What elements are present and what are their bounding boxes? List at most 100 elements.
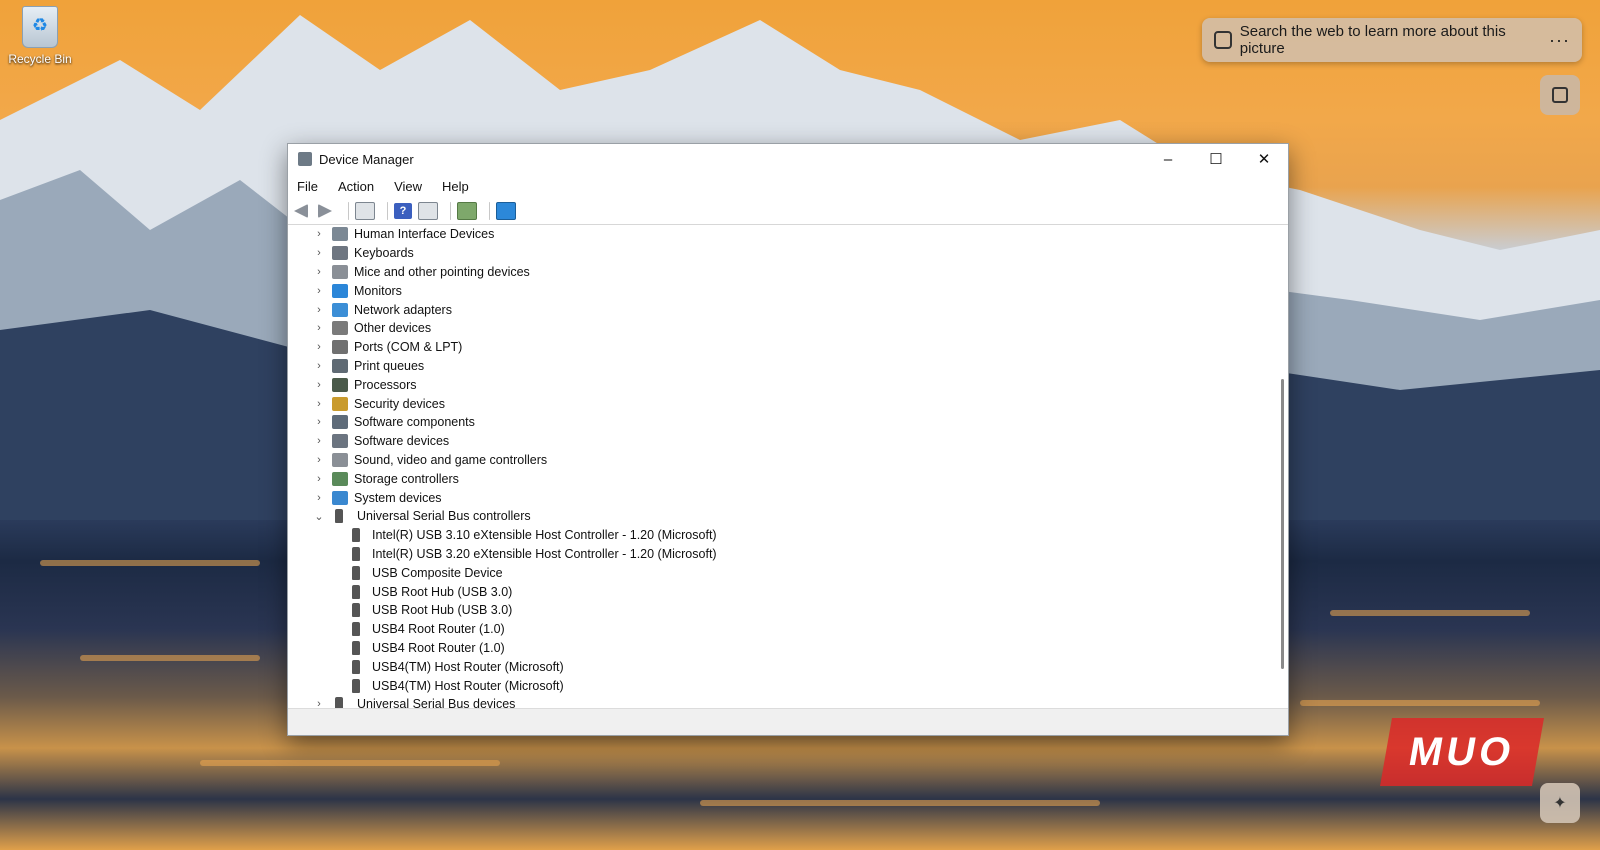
tree-category-label: Storage controllers [354,471,459,486]
tree-device-item[interactable]: USB4 Root Router (1.0) [288,620,1274,639]
toolbar-separator [348,202,349,220]
menu-help[interactable]: Help [442,179,469,194]
tree-category-label: Network adapters [354,302,452,317]
chevron-down-icon[interactable]: ⌄ [312,510,326,523]
device-category-icon [332,264,348,279]
usb-connector-icon [352,640,360,655]
computer-monitor-icon[interactable] [496,202,516,220]
tree-category-label: Sound, video and game controllers [354,452,548,467]
menu-view[interactable]: View [394,179,422,194]
chevron-right-icon[interactable]: › [312,398,326,410]
properties-icon[interactable] [418,202,438,220]
visual-search-text: Search the web to learn more about this … [1239,23,1506,57]
recycle-bin-icon [22,6,58,48]
tree-category-label: Software components [354,415,475,430]
tree-category-label: Mice and other pointing devices [354,264,530,279]
chevron-right-icon[interactable]: › [312,285,326,297]
tree-category[interactable]: › System devices [288,488,1274,507]
visual-search-pill[interactable]: Search the web to learn more about this … [1202,18,1582,62]
chevron-right-icon[interactable]: › [312,228,326,240]
maximize-button[interactable]: ☐ [1192,144,1240,174]
recycle-bin-shortcut[interactable]: Recycle Bin [4,6,76,66]
tree-device-item[interactable]: USB Root Hub (USB 3.0) [288,582,1274,601]
scan-hardware-changes-icon[interactable] [457,202,477,220]
menu-file[interactable]: File [297,179,318,194]
back-arrow-icon[interactable] [294,204,308,218]
tree-category[interactable]: › Storage controllers [288,469,1274,488]
chevron-right-icon[interactable]: › [312,341,326,353]
tree-category[interactable]: › Ports (COM & LPT) [288,338,1274,357]
device-category-icon [332,358,348,373]
tree-device-label: USB Root Hub (USB 3.0) [372,584,513,599]
tree-category-label: Keyboards [354,246,414,261]
tree-device-label: Intel(R) USB 3.10 eXtensible Host Contro… [372,528,717,543]
chevron-right-icon[interactable]: › [312,322,326,334]
title-bar[interactable]: Device Manager – ☐ ✕ [288,144,1288,174]
usb-connector-icon [335,509,343,524]
tree-device-item[interactable]: USB4(TM) Host Router (Microsoft) [288,676,1274,695]
usb-connector-icon [352,584,360,599]
forward-arrow-icon[interactable] [318,204,332,218]
tree-category[interactable]: › Security devices [288,394,1274,413]
tree-device-label: USB4(TM) Host Router (Microsoft) [372,659,564,674]
tree-category-label: System devices [354,490,442,505]
tree-category[interactable]: › Keyboards [288,244,1274,263]
close-button[interactable]: ✕ [1240,144,1288,174]
tree-category[interactable]: › Network adapters [288,300,1274,319]
tree-device-item[interactable]: USB Root Hub (USB 3.0) [288,601,1274,620]
tree-category[interactable]: › Mice and other pointing devices [288,263,1274,282]
tree-category[interactable]: › Other devices [288,319,1274,338]
device-category-icon [332,415,348,430]
screenshot-lens-button[interactable] [1540,75,1580,115]
more-options-button[interactable]: ··· [1549,30,1570,51]
menu-action[interactable]: Action [338,179,374,194]
tree-category-usb-devices[interactable]: › Universal Serial Bus devices [288,695,1274,709]
tree-category-label: Universal Serial Bus controllers [357,509,531,524]
window-title: Device Manager [319,151,414,167]
status-bar [288,708,1288,735]
chevron-right-icon[interactable]: › [312,304,326,316]
usb-connector-icon [352,678,360,693]
toolbar-separator [489,202,490,220]
tree-device-item[interactable]: USB4 Root Router (1.0) [288,639,1274,658]
window-controls: – ☐ ✕ [1144,144,1288,174]
device-category-icon [332,396,348,411]
chevron-right-icon[interactable]: › [312,435,326,447]
tree-device-label: USB4 Root Router (1.0) [372,622,505,637]
toolbar-separator [450,202,451,220]
chevron-right-icon[interactable]: › [312,492,326,504]
tree-category[interactable]: › Sound, video and game controllers [288,451,1274,470]
chevron-right-icon[interactable]: › [312,454,326,466]
tree-category-usb-controllers[interactable]: ⌄ Universal Serial Bus controllers [288,507,1274,526]
muo-watermark-logo: MUO [1380,718,1544,786]
chevron-right-icon[interactable]: › [312,247,326,259]
tree-category[interactable]: › Print queues [288,357,1274,376]
chevron-right-icon[interactable]: › [312,360,326,372]
tree-device-item[interactable]: Intel(R) USB 3.20 eXtensible Host Contro… [288,545,1274,564]
chevron-right-icon[interactable]: › [312,379,326,391]
tree-category[interactable]: › Software components [288,413,1274,432]
usb-connector-icon [352,546,360,561]
help-icon[interactable]: ? [394,203,412,219]
show-hide-console-tree-icon[interactable] [355,202,375,220]
chevron-right-icon[interactable]: › [312,416,326,428]
device-category-icon [332,246,348,261]
tree-category[interactable]: › Monitors [288,281,1274,300]
chevron-right-icon[interactable]: › [312,266,326,278]
tree-category[interactable]: › Software devices [288,432,1274,451]
tree-device-item[interactable]: USB4(TM) Host Router (Microsoft) [288,657,1274,676]
tree-category[interactable]: › Processors [288,375,1274,394]
tree-category[interactable]: › Human Interface Devices [288,225,1274,244]
tree-device-item[interactable]: USB Composite Device [288,563,1274,582]
chevron-right-icon[interactable]: › [312,473,326,485]
minimize-button[interactable]: – [1144,144,1192,174]
tree-device-label: Intel(R) USB 3.20 eXtensible Host Contro… [372,546,717,561]
copilot-corner-button[interactable]: ✦ [1540,783,1580,823]
tree-device-item[interactable]: Intel(R) USB 3.10 eXtensible Host Contro… [288,526,1274,545]
tree-category-label: Other devices [354,321,432,336]
tree-category-label: Security devices [354,396,446,411]
scan-icon [1552,87,1568,103]
vertical-scrollbar[interactable] [1281,379,1284,669]
tree-category-label: Ports (COM & LPT) [354,340,463,355]
device-category-icon [332,340,348,355]
